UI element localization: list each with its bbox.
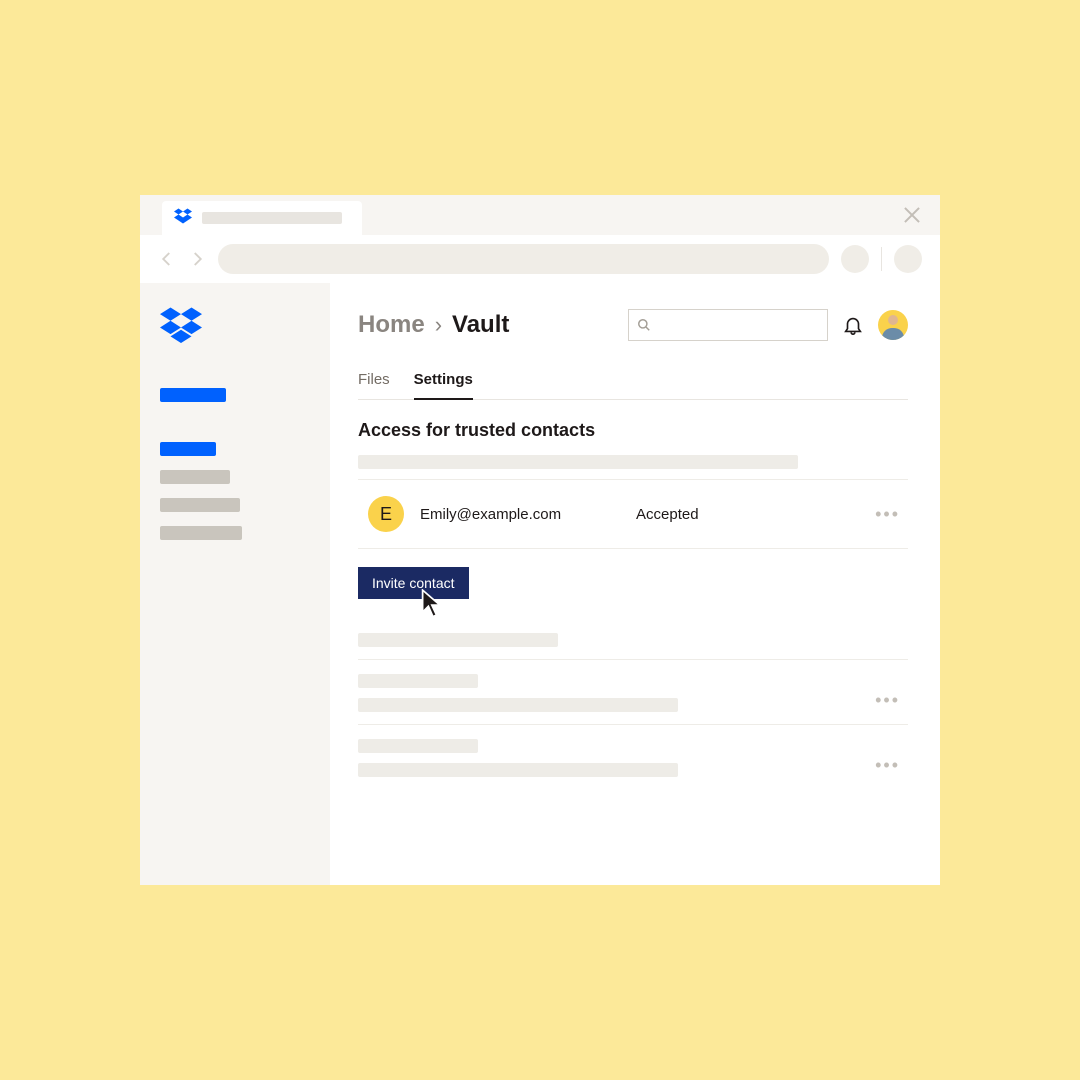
tab-settings[interactable]: Settings [414, 371, 473, 400]
separator [881, 247, 882, 271]
browser-window: Home › Vault Files Setting [140, 195, 940, 885]
placeholder [358, 739, 478, 753]
forward-icon[interactable] [188, 250, 206, 268]
chevron-right-icon: › [435, 312, 442, 338]
breadcrumb: Home › Vault [358, 311, 509, 339]
list-item: ••• [358, 659, 908, 724]
invite-contact-button[interactable]: Invite contact [358, 567, 469, 599]
sidebar-item-active[interactable] [160, 388, 226, 402]
sidebar [140, 283, 330, 885]
placeholder [358, 763, 678, 777]
browser-tab-bar [140, 195, 940, 235]
contact-row: E Emily@example.com Accepted ••• [358, 479, 908, 549]
header: Home › Vault [358, 309, 908, 341]
tab-title-placeholder [202, 212, 342, 224]
browser-tab[interactable] [162, 201, 362, 235]
address-bar[interactable] [218, 244, 829, 274]
dropbox-logo-icon [174, 208, 192, 229]
contact-avatar: E [368, 496, 404, 532]
breadcrumb-current: Vault [452, 311, 509, 339]
more-icon[interactable]: ••• [875, 690, 900, 711]
tab-files[interactable]: Files [358, 371, 390, 399]
sidebar-item[interactable] [160, 470, 230, 484]
more-icon[interactable]: ••• [875, 504, 908, 525]
breadcrumb-home[interactable]: Home [358, 311, 425, 339]
contact-email: Emily@example.com [420, 506, 620, 523]
placeholder [358, 674, 478, 688]
placeholder [358, 698, 678, 712]
notifications-icon[interactable] [842, 314, 864, 336]
avatar[interactable] [878, 310, 908, 340]
description-placeholder [358, 455, 798, 469]
contact-status: Accepted [636, 506, 859, 523]
search-input[interactable] [628, 309, 828, 341]
toolbar-button-placeholder[interactable] [841, 245, 869, 273]
sidebar-item[interactable] [160, 526, 242, 540]
app-body: Home › Vault Files Setting [140, 283, 940, 885]
sidebar-item[interactable] [160, 442, 216, 456]
list-item: ••• [358, 724, 908, 789]
more-icon[interactable]: ••• [875, 755, 900, 776]
browser-toolbar [140, 235, 940, 283]
sidebar-item[interactable] [160, 498, 240, 512]
main-content: Home › Vault Files Setting [330, 283, 940, 885]
tabs: Files Settings [358, 371, 908, 400]
dropbox-logo-icon[interactable] [160, 307, 310, 348]
close-icon[interactable] [902, 205, 922, 225]
placeholder [358, 633, 558, 647]
section-title: Access for trusted contacts [358, 420, 908, 441]
search-icon [637, 318, 651, 332]
toolbar-button-placeholder[interactable] [894, 245, 922, 273]
back-icon[interactable] [158, 250, 176, 268]
